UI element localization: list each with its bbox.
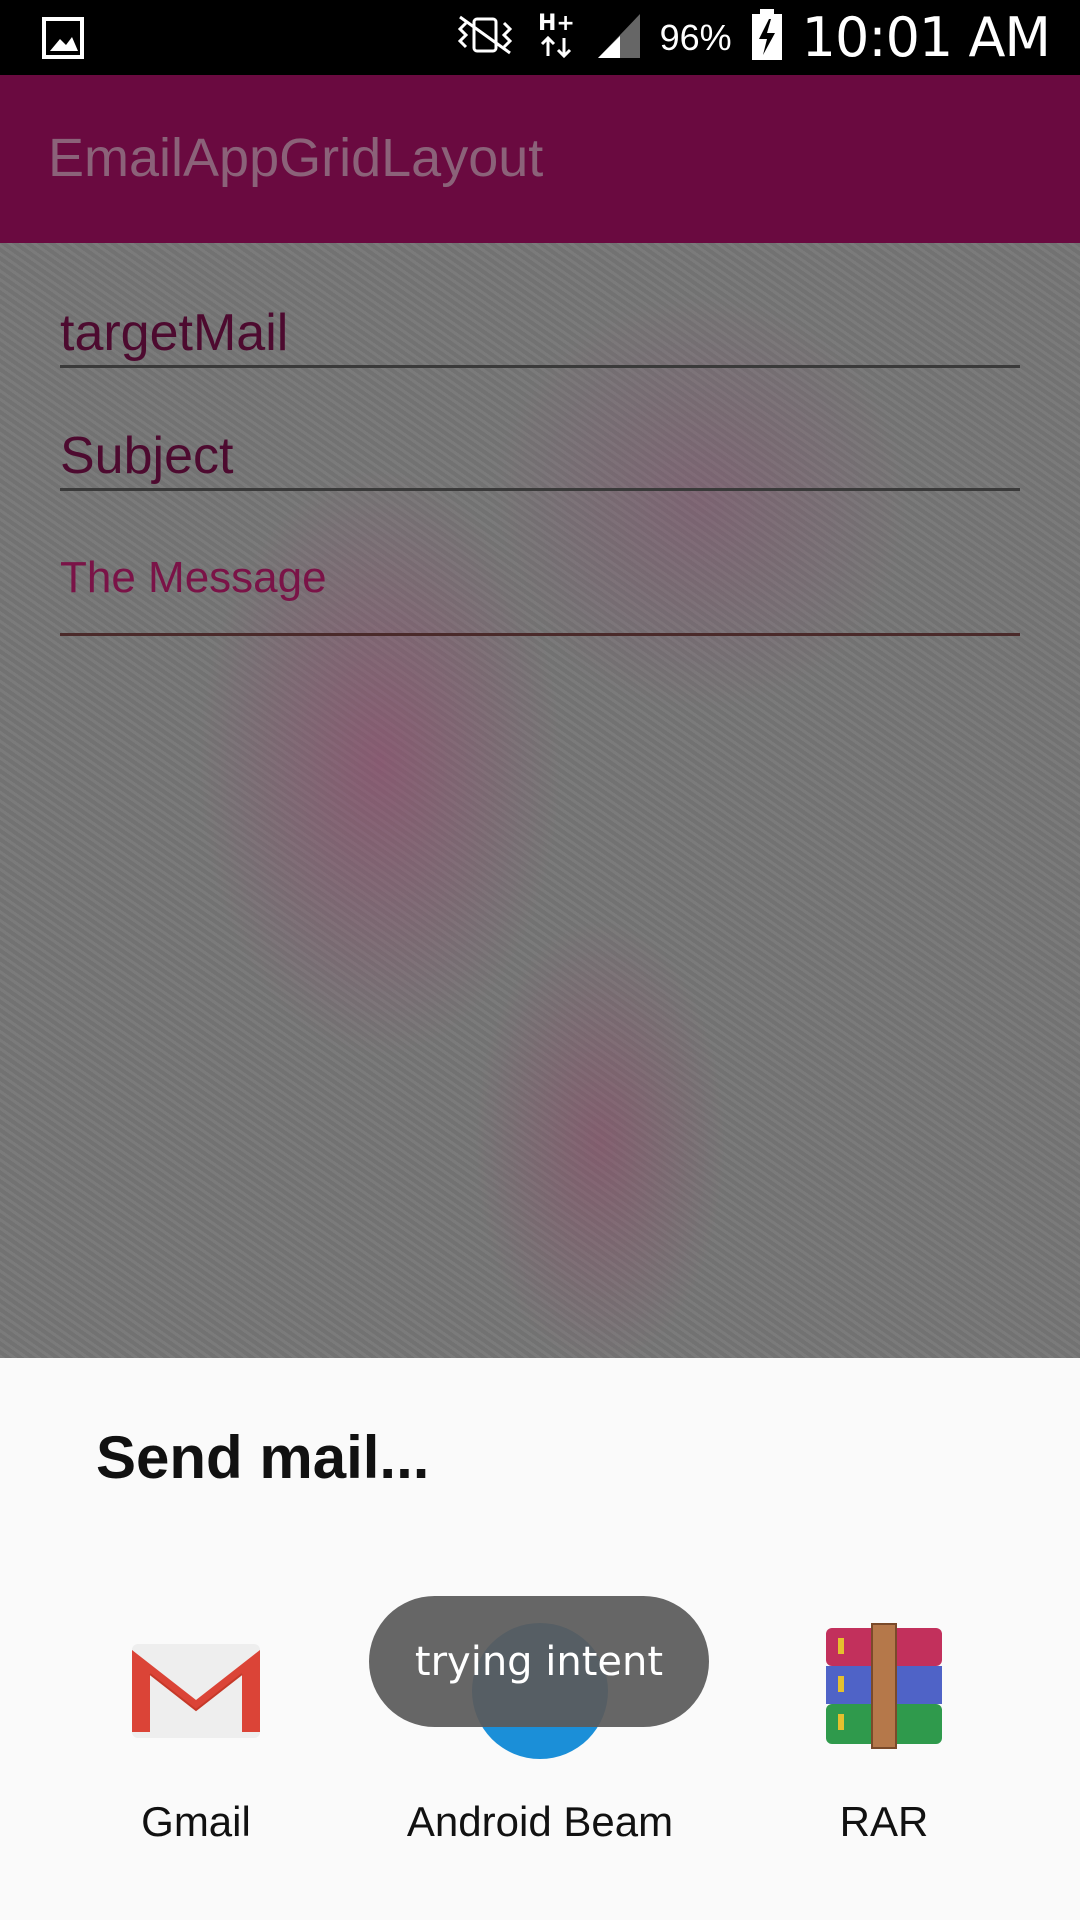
signal-icon	[594, 10, 642, 65]
android-beam-label: Android Beam	[406, 1798, 674, 1845]
rar-label: RAR	[839, 1798, 929, 1845]
rar-icon	[814, 1618, 954, 1758]
image-icon	[42, 17, 84, 64]
hplus-data-icon: H+	[536, 8, 576, 67]
subject-placeholder: Subject	[60, 427, 234, 485]
share-option-rar[interactable]: RAR	[714, 1618, 1054, 1868]
toast-text: trying intent	[414, 1638, 664, 1685]
gmail-icon	[126, 1618, 266, 1758]
svg-text:H+: H+	[538, 11, 575, 36]
gmail-label: Gmail	[141, 1798, 251, 1845]
battery-charging-icon	[750, 9, 784, 66]
status-bar: H+ 96% 10:01 AM	[0, 0, 1080, 75]
target-mail-field[interactable]: targetMail	[60, 303, 1020, 368]
battery-percent: 96%	[659, 16, 732, 58]
vibrate-icon	[452, 13, 518, 62]
toast: trying intent	[369, 1596, 709, 1727]
email-form: targetMail Subject The Message	[0, 243, 1080, 1358]
app-bar: EmailAppGridLayout	[0, 75, 1080, 243]
subject-field[interactable]: Subject	[60, 426, 1020, 491]
target-mail-placeholder: targetMail	[60, 304, 289, 362]
message-placeholder: The Message	[60, 553, 327, 602]
message-field[interactable]: The Message	[60, 553, 1020, 636]
share-sheet-title: Send mail...	[96, 1424, 430, 1491]
app-title: EmailAppGridLayout	[48, 128, 544, 188]
share-option-gmail[interactable]: Gmail	[26, 1618, 366, 1868]
clock: 10:01 AM	[801, 6, 1051, 69]
